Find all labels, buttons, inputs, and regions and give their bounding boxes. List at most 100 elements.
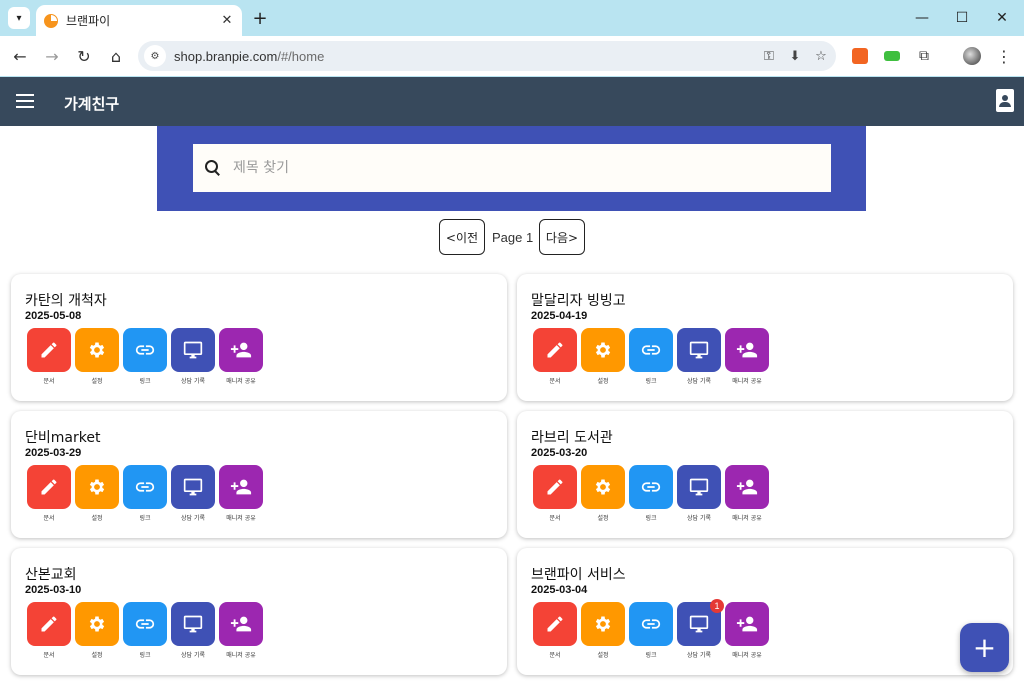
extension-green-icon[interactable]	[884, 51, 900, 61]
doc-button[interactable]	[27, 465, 71, 509]
settings-icon	[593, 477, 613, 497]
action-consult: 상담 기록	[675, 465, 723, 522]
manager-icon	[736, 476, 758, 498]
home-icon[interactable]: ⌂	[104, 44, 128, 68]
back-icon[interactable]: ←	[8, 44, 32, 68]
doc-button[interactable]	[27, 328, 71, 372]
link-button[interactable]	[123, 602, 167, 646]
extensions-puzzle-icon[interactable]: ⧉	[912, 44, 936, 68]
shop-title[interactable]: 브랜파이 서비스	[531, 564, 626, 584]
address-bar[interactable]: ⚙ shop.branpie.com/#/home ⚿ ⬇ ☆	[138, 41, 836, 71]
doc-label: 문서	[43, 515, 55, 522]
consult-button[interactable]: 1	[677, 599, 724, 646]
doc-label: 문서	[549, 652, 561, 659]
search-box[interactable]	[193, 144, 831, 192]
settings-button[interactable]	[75, 602, 119, 646]
search-input[interactable]	[233, 160, 793, 176]
action-doc: 문서	[531, 465, 579, 522]
manager-label: 매니저 공유	[226, 378, 256, 385]
maximize-icon[interactable]: ☐	[951, 8, 973, 28]
link-button[interactable]	[629, 465, 673, 509]
consult-button[interactable]	[677, 328, 721, 372]
menu-icon[interactable]	[16, 94, 34, 108]
doc-button[interactable]	[533, 602, 577, 646]
action-manager: 매니저 공유	[217, 328, 265, 385]
doc-button[interactable]	[533, 465, 577, 509]
shop-date: 2025-03-10	[25, 584, 82, 596]
consult-button[interactable]	[171, 328, 215, 372]
shop-card[interactable]: 라브리 도서관 2025-03-20 문서 설정 링크 상담 기록 매니저 공유	[517, 411, 1013, 538]
browser-toolbar: ← → ↻ ⌂ ⚙ shop.branpie.com/#/home ⚿ ⬇ ☆ …	[0, 36, 1024, 76]
link-button[interactable]	[123, 465, 167, 509]
tab-close-icon[interactable]: ✕	[218, 12, 236, 30]
shop-title[interactable]: 말달리자 빙빙고	[531, 290, 626, 310]
minimize-icon[interactable]: —	[911, 8, 933, 28]
consult-button[interactable]	[171, 465, 215, 509]
shop-card[interactable]: 산본교회 2025-03-10 문서 설정 링크 상담 기록 매니저 공유	[11, 548, 507, 675]
profile-avatar[interactable]	[960, 44, 984, 68]
action-manager: 매니저 공유	[723, 602, 771, 659]
doc-button[interactable]	[27, 602, 71, 646]
action-consult: 1 상담 기록	[675, 599, 724, 659]
next-page-button[interactable]: 다음>	[539, 219, 585, 255]
browser-menu-icon[interactable]: ⋮	[992, 44, 1016, 68]
app-title: 가계친구	[64, 95, 120, 113]
shop-card[interactable]: 말달리자 빙빙고 2025-04-19 문서 설정 링크 상담 기록 매니저 공유	[517, 274, 1013, 401]
forward-icon[interactable]: →	[40, 44, 64, 68]
install-app-icon[interactable]: ⬇	[784, 45, 806, 67]
shop-title[interactable]: 카탄의 개척자	[25, 290, 107, 310]
window-close-icon[interactable]: ✕	[991, 8, 1013, 28]
contact-book-icon[interactable]	[996, 89, 1014, 112]
consult-label: 상담 기록	[687, 652, 711, 659]
manager-button[interactable]	[725, 465, 769, 509]
new-tab-button[interactable]: +	[250, 7, 270, 29]
link-label: 링크	[645, 515, 657, 522]
prev-page-button[interactable]: <이전	[439, 219, 485, 255]
search-banner	[157, 126, 866, 211]
manager-button[interactable]	[725, 328, 769, 372]
add-shop-button[interactable]: +	[960, 623, 1009, 672]
shop-card[interactable]: 카탄의 개척자 2025-05-08 문서 설정 링크 상담 기록 매니저 공유	[11, 274, 507, 401]
link-button[interactable]	[629, 328, 673, 372]
manager-button[interactable]	[725, 602, 769, 646]
consult-button[interactable]	[677, 465, 721, 509]
shop-card[interactable]: 브랜파이 서비스 2025-03-04 문서 설정 링크 1 상담 기록 매니저 공유	[517, 548, 1013, 675]
shop-title[interactable]: 단비market	[25, 427, 100, 447]
manager-button[interactable]	[219, 465, 263, 509]
doc-icon	[39, 614, 59, 634]
shop-card[interactable]: 단비market 2025-03-29 문서 설정 링크 상담 기록 매니저 공유	[11, 411, 507, 538]
action-link: 링크	[627, 328, 675, 385]
shop-title[interactable]: 산본교회	[25, 564, 77, 584]
bookmark-star-icon[interactable]: ☆	[810, 45, 832, 67]
site-info-icon[interactable]: ⚙	[144, 45, 166, 67]
consult-icon	[689, 477, 709, 497]
shop-actions: 문서 설정 링크 1 상담 기록 매니저 공유	[531, 599, 771, 659]
settings-button[interactable]	[581, 602, 625, 646]
settings-button[interactable]	[581, 465, 625, 509]
reload-icon[interactable]: ↻	[72, 44, 96, 68]
password-key-icon[interactable]: ⚿	[758, 45, 780, 67]
url-text[interactable]: shop.branpie.com/#/home	[174, 49, 758, 64]
doc-icon	[545, 340, 565, 360]
link-button[interactable]	[123, 328, 167, 372]
doc-button[interactable]	[533, 328, 577, 372]
extension-orange-icon[interactable]	[852, 48, 868, 64]
manager-button[interactable]	[219, 602, 263, 646]
action-doc: 문서	[25, 602, 73, 659]
link-label: 링크	[139, 652, 151, 659]
action-settings: 설정	[73, 465, 121, 522]
shop-title[interactable]: 라브리 도서관	[531, 427, 613, 447]
settings-button[interactable]	[581, 328, 625, 372]
app-page: 가계친구 <이전 Page 1 다음> 카탄의 개척자2025-05-08문서설…	[0, 77, 1024, 688]
manager-button[interactable]	[219, 328, 263, 372]
consult-label: 상담 기록	[687, 515, 711, 522]
manager-label: 매니저 공유	[226, 515, 256, 522]
tab-search-icon[interactable]: ▾	[8, 7, 30, 29]
browser-tab[interactable]: 브랜파이 ✕	[36, 5, 242, 36]
link-button[interactable]	[629, 602, 673, 646]
settings-label: 설정	[91, 378, 103, 385]
settings-button[interactable]	[75, 328, 119, 372]
consult-button[interactable]	[171, 602, 215, 646]
settings-icon	[87, 614, 107, 634]
settings-button[interactable]	[75, 465, 119, 509]
